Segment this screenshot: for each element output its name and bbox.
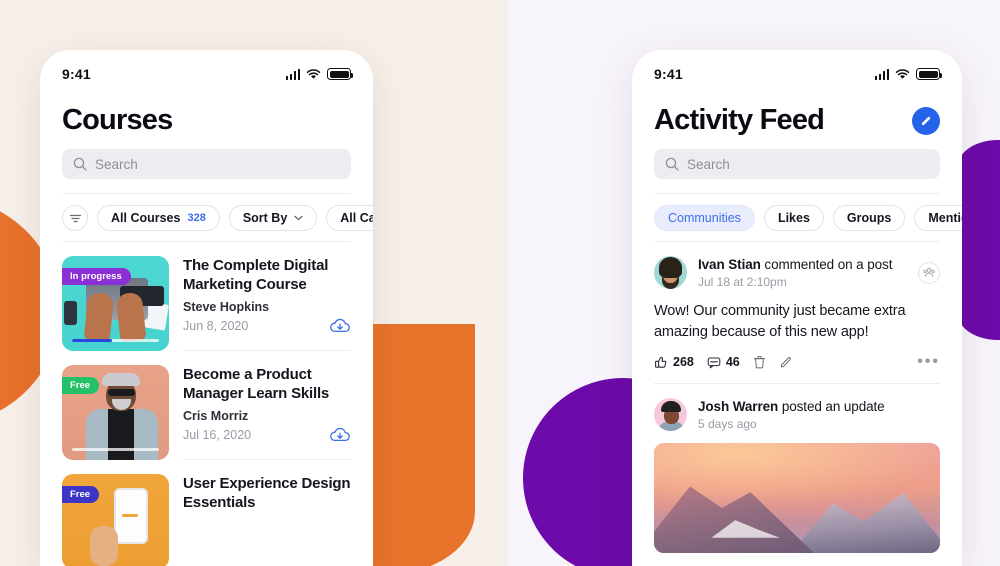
course-title: Become a Product Manager Learn Skills	[183, 366, 330, 403]
signal-bars-icon	[285, 68, 300, 80]
course-thumbnail: Free	[62, 474, 169, 566]
chip-all-categories[interactable]: All Categor	[326, 205, 373, 231]
status-bar: 9:41	[632, 50, 962, 90]
screenshot-stage: 9:41 Courses Search All Courses 328 Sort…	[0, 0, 1000, 566]
status-bar-icons	[285, 68, 354, 80]
battery-icon	[916, 68, 943, 80]
decorative-purple-edge-shape	[958, 140, 1000, 340]
status-badge: Free	[62, 486, 100, 503]
search-icon	[665, 157, 679, 171]
course-date: Jul 16, 2020	[183, 428, 252, 442]
status-bar-time: 9:41	[62, 66, 91, 82]
search-input[interactable]: Search	[654, 149, 940, 179]
activity-feed-list: Ivan Stian commented on a post Jul 18 at…	[632, 242, 962, 554]
post-timestamp: Jul 18 at 2:10pm	[698, 274, 787, 289]
tab-mentions-label: Mentions	[928, 211, 962, 225]
chip-all-courses[interactable]: All Courses 328	[97, 205, 220, 231]
course-progress-bar	[72, 447, 159, 451]
course-thumbnail: In progress	[62, 256, 169, 351]
post-text: Wow! Our community just became extra ama…	[654, 303, 906, 340]
like-button[interactable]: 268	[654, 355, 694, 369]
course-author: Cris Morriz	[183, 409, 249, 424]
post-actions: 268 46 •••	[654, 354, 940, 370]
pencil-icon	[919, 114, 933, 128]
chip-all-courses-label: All Courses	[111, 211, 181, 225]
filter-icon	[69, 213, 82, 224]
chip-sort-by-label: Sort By	[242, 211, 288, 225]
cloud-download-icon[interactable]	[329, 426, 351, 444]
list-item[interactable]: Josh Warren posted an update 5 days ago	[654, 384, 940, 554]
tab-groups[interactable]: Groups	[832, 205, 906, 231]
thumbs-up-icon	[654, 355, 668, 369]
post-author: Ivan Stian	[698, 256, 761, 272]
signal-bars-icon	[874, 68, 889, 80]
post-action: commented on a post	[760, 256, 893, 272]
course-thumbnail: Free	[62, 365, 169, 460]
cloud-download-icon[interactable]	[329, 317, 351, 335]
course-title: User Experience Design Essentials	[183, 475, 351, 512]
course-progress-bar	[72, 338, 159, 342]
post-author: Josh Warren	[698, 398, 779, 414]
chevron-down-icon	[294, 215, 303, 221]
search-icon	[73, 157, 87, 171]
search-input[interactable]: Search	[62, 149, 351, 179]
activity-tabs: Communities Likes Groups Mentions	[632, 194, 962, 241]
avatar	[654, 256, 687, 289]
chip-sort-by[interactable]: Sort By	[228, 205, 318, 231]
list-divider	[183, 459, 351, 460]
tab-likes-label: Likes	[777, 211, 810, 225]
tab-likes[interactable]: Likes	[763, 205, 824, 231]
like-count: 268	[673, 355, 694, 370]
search-placeholder: Search	[687, 156, 730, 172]
comment-count: 46	[725, 355, 740, 370]
community-group-icon[interactable]	[918, 261, 940, 284]
status-bar-icons	[874, 68, 943, 80]
list-item[interactable]: Ivan Stian commented on a post Jul 18 at…	[654, 242, 940, 385]
status-bar: 9:41	[40, 50, 373, 90]
filter-icon-button[interactable]	[62, 205, 88, 231]
search-placeholder: Search	[95, 156, 138, 172]
wifi-icon	[895, 68, 910, 80]
wifi-icon	[306, 68, 321, 80]
courses-phone-mockup: 9:41 Courses Search All Courses 328 Sort…	[40, 50, 373, 566]
page-title: Courses	[62, 104, 173, 136]
list-divider	[183, 350, 351, 351]
list-item[interactable]: In progress The Complete Digital Marketi…	[62, 242, 351, 351]
courses-filter-chips: All Courses 328 Sort By All Categor	[40, 194, 373, 241]
chip-all-categories-label: All Categor	[340, 211, 373, 225]
list-item[interactable]: Free Become a Product Manager Learn Skil…	[62, 351, 351, 460]
edit-button[interactable]	[779, 355, 793, 369]
delete-button[interactable]	[753, 355, 766, 369]
compose-button[interactable]	[912, 106, 940, 135]
pencil-edit-icon	[779, 355, 793, 369]
activity-header: Activity Feed Search	[632, 90, 962, 194]
post-action: posted an update	[778, 398, 885, 414]
activity-feed-phone-mockup: 9:41 Activity Feed Search Communities Li…	[632, 50, 962, 566]
tab-communities-label: Communities	[668, 211, 741, 225]
trash-icon	[753, 355, 766, 369]
list-item[interactable]: Free User Experience Design Essentials	[62, 460, 351, 566]
chip-all-courses-count: 328	[187, 212, 206, 224]
course-date: Jun 8, 2020	[183, 319, 249, 333]
tab-groups-label: Groups	[846, 211, 892, 225]
post-timestamp: 5 days ago	[698, 416, 757, 431]
course-title: The Complete Digital Marketing Course	[183, 257, 329, 294]
comment-button[interactable]: 46	[707, 355, 740, 369]
courses-list: In progress The Complete Digital Marketi…	[40, 242, 373, 566]
courses-header: Courses Search	[40, 90, 373, 194]
status-badge: In progress	[62, 268, 131, 285]
post-image	[654, 443, 940, 554]
avatar	[654, 398, 687, 432]
course-author: Steve Hopkins	[183, 300, 270, 315]
page-title: Activity Feed	[654, 104, 825, 136]
battery-icon	[327, 68, 354, 80]
tab-mentions[interactable]: Mentions	[914, 205, 962, 231]
more-dots-icon[interactable]: •••	[917, 354, 940, 370]
status-badge: Free	[62, 377, 100, 394]
tab-communities[interactable]: Communities	[654, 205, 755, 231]
status-bar-time: 9:41	[654, 66, 683, 82]
comment-bubble-icon	[707, 356, 721, 369]
